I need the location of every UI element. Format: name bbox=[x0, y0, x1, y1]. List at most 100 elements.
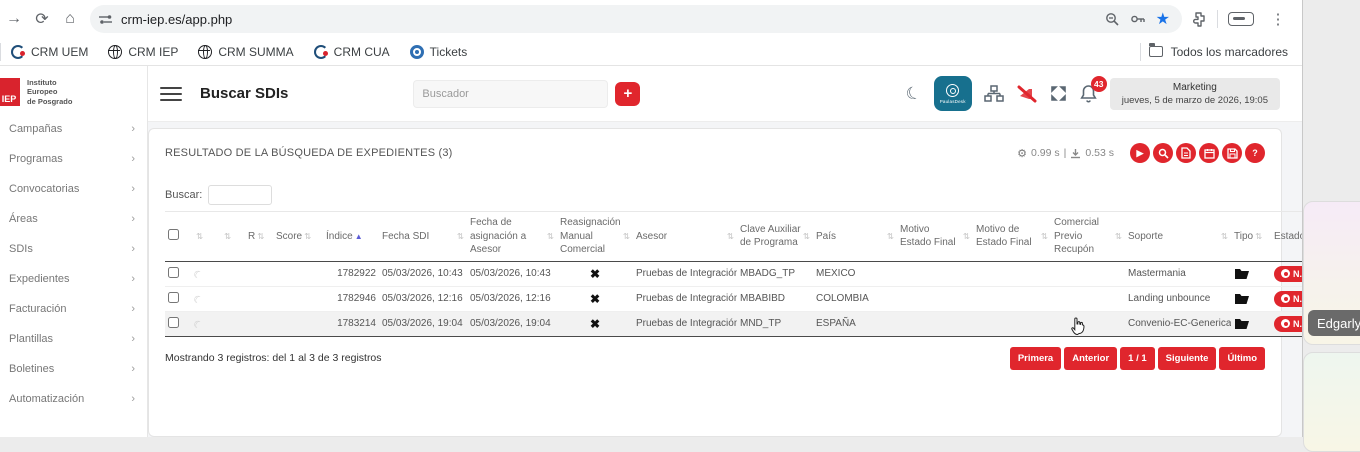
sidebar-item-plantillas[interactable]: Plantillas› bbox=[0, 324, 147, 354]
col-reasignacion[interactable]: Reasignación Manual Comercial⇅ bbox=[557, 212, 633, 262]
sidebar-item-automatizacion[interactable]: Automatización› bbox=[0, 384, 147, 414]
forward-icon[interactable]: → bbox=[0, 5, 28, 33]
folder-open-icon[interactable] bbox=[1234, 268, 1268, 280]
col-soporte[interactable]: Soporte⇅ bbox=[1125, 212, 1231, 262]
fullscreen-icon[interactable] bbox=[1050, 85, 1067, 102]
extensions-icon[interactable] bbox=[1190, 11, 1207, 28]
zoom-icon[interactable] bbox=[1105, 12, 1120, 27]
bookmark-crm-cua[interactable]: CRM CUA bbox=[304, 38, 400, 65]
password-key-icon[interactable] bbox=[1130, 12, 1146, 26]
browser-menu-icon[interactable]: ⋮ bbox=[1264, 5, 1292, 33]
row-checkbox[interactable] bbox=[168, 292, 179, 303]
sidebar-item-label: Expedientes bbox=[9, 273, 70, 285]
bookmark-crm-summa[interactable]: CRM SUMMA bbox=[188, 38, 303, 65]
sidebar-item-boletines[interactable]: Boletines› bbox=[0, 354, 147, 384]
user-session-box[interactable]: Marketing jueves, 5 de marzo de 2026, 19… bbox=[1110, 78, 1280, 110]
process-time: 0.99 s bbox=[1031, 147, 1060, 159]
row-checkbox[interactable] bbox=[168, 317, 179, 328]
bookmark-label: CRM SUMMA bbox=[218, 45, 293, 59]
pagination-next-button[interactable]: Siguiente bbox=[1158, 347, 1217, 370]
calendar-button[interactable] bbox=[1199, 143, 1219, 163]
muted-notifications-icon[interactable] bbox=[1016, 85, 1038, 103]
sidebar-item-areas[interactable]: Áreas› bbox=[0, 204, 147, 234]
folder-open-icon[interactable] bbox=[1234, 293, 1268, 305]
cell-soporte: Convenio-EC-Generica bbox=[1125, 311, 1231, 336]
crescent-icon: ☽ bbox=[192, 292, 205, 306]
sidebar-item-campanas[interactable]: Campañas› bbox=[0, 114, 147, 144]
chevron-right-icon: › bbox=[131, 153, 135, 165]
col-score[interactable]: Score⇅ bbox=[273, 212, 323, 262]
col-motivo-estado[interactable]: Motivo Estado Final⇅ bbox=[897, 212, 973, 262]
menu-toggle-icon[interactable] bbox=[160, 87, 182, 101]
app-logo[interactable]: IEP Instituto Europeo de Posgrado bbox=[0, 66, 147, 114]
cell-fecha-asignacion: 05/03/2026, 19:04 bbox=[467, 311, 557, 336]
dark-mode-icon[interactable]: ☾ bbox=[904, 82, 925, 106]
sort-icon: ⇅ bbox=[1221, 231, 1228, 242]
paulasdesk-app-icon[interactable]: PaulasDesk bbox=[934, 76, 972, 111]
sort-icon[interactable]: ⇅ bbox=[196, 231, 203, 241]
cell-asesor: Pruebas de Integración bbox=[633, 286, 737, 311]
chevron-right-icon: › bbox=[131, 273, 135, 285]
cell-soporte: Mastermania bbox=[1125, 261, 1231, 286]
sidebar-item-sdis[interactable]: SDIs› bbox=[0, 234, 147, 264]
sort-icon[interactable]: ⇅ bbox=[224, 231, 231, 241]
save-button[interactable] bbox=[1222, 143, 1242, 163]
col-fecha-asignacion[interactable]: Fecha de asignación a Asesor⇅ bbox=[467, 212, 557, 262]
iep-logo-icon: IEP bbox=[0, 78, 20, 106]
edgarly-tag[interactable]: Edgarly bbox=[1308, 310, 1360, 336]
folder-open-icon[interactable] bbox=[1234, 318, 1268, 330]
sitemap-icon[interactable] bbox=[984, 85, 1004, 102]
col-clave[interactable]: Clave Auxiliar de Programa⇅ bbox=[737, 212, 813, 262]
url-text[interactable]: crm-iep.es/app.php bbox=[121, 12, 1105, 27]
sidebar-item-convocatorias[interactable]: Convocatorias› bbox=[0, 174, 147, 204]
crm-cua-favicon bbox=[314, 45, 328, 59]
col-fecha-sdi[interactable]: Fecha SDI⇅ bbox=[379, 212, 467, 262]
search-button[interactable] bbox=[1153, 143, 1173, 163]
bookmark-crm-iep[interactable]: CRM IEP bbox=[98, 38, 188, 65]
col-asesor[interactable]: Asesor⇅ bbox=[633, 212, 737, 262]
bookmark-crm-uem[interactable]: CRM UEM bbox=[1, 38, 98, 65]
crm-uem-favicon bbox=[11, 45, 25, 59]
table-filter-input[interactable] bbox=[208, 185, 272, 205]
col-r[interactable]: R⇅ bbox=[245, 212, 273, 262]
notifications-bell-icon[interactable]: 43 bbox=[1079, 84, 1098, 104]
pagination-page-indicator[interactable]: 1 / 1 bbox=[1120, 347, 1155, 370]
select-all-checkbox[interactable] bbox=[168, 229, 179, 240]
col-pais[interactable]: País⇅ bbox=[813, 212, 897, 262]
all-bookmarks-button[interactable]: Todos los marcadores bbox=[1171, 45, 1288, 59]
export-file-button[interactable] bbox=[1176, 143, 1196, 163]
run-search-button[interactable]: ▶ bbox=[1130, 143, 1150, 163]
col-indice[interactable]: Índice▲ bbox=[323, 212, 379, 262]
table-header-row: ⇅ ⇅ R⇅ Score⇅ Índice▲ Fecha SDI⇅ Fecha d… bbox=[165, 212, 1327, 262]
add-button[interactable]: + bbox=[615, 82, 640, 106]
sidebar-item-facturacion[interactable]: Facturación› bbox=[0, 294, 147, 324]
global-search-input[interactable] bbox=[413, 80, 608, 108]
table-row[interactable]: ☽ 1782946 05/03/2026, 12:16 05/03/2026, … bbox=[165, 286, 1327, 311]
refresh-icon[interactable]: ⟳ bbox=[28, 5, 56, 33]
cell-asesor: Pruebas de Integración bbox=[633, 311, 737, 336]
sidebar-item-programas[interactable]: Programas› bbox=[0, 144, 147, 174]
row-checkbox[interactable] bbox=[168, 267, 179, 278]
table-row[interactable]: ☽ 1783214 05/03/2026, 19:04 05/03/2026, … bbox=[165, 311, 1327, 336]
table-row[interactable]: ☽ 1782922 05/03/2026, 10:43 05/03/2026, … bbox=[165, 261, 1327, 286]
x-mark-icon: ✖ bbox=[560, 267, 630, 281]
pagination-first-button[interactable]: Primera bbox=[1010, 347, 1061, 370]
side-panel-card[interactable] bbox=[1303, 352, 1360, 452]
pagination-last-button[interactable]: Último bbox=[1219, 347, 1265, 370]
help-button[interactable]: ? bbox=[1245, 143, 1265, 163]
crm-app: IEP Instituto Europeo de Posgrado Campañ… bbox=[0, 66, 1302, 437]
bookmark-tickets[interactable]: Tickets bbox=[400, 38, 478, 65]
col-motivo-de-estado[interactable]: Motivo de Estado Final⇅ bbox=[973, 212, 1051, 262]
col-tipo[interactable]: Tipo⇅ bbox=[1231, 212, 1271, 262]
site-settings-icon[interactable] bbox=[98, 12, 113, 27]
col-comercial-previo[interactable]: Comercial Previo Recupón⇅ bbox=[1051, 212, 1125, 262]
profile-button[interactable] bbox=[1228, 12, 1254, 26]
paulasdesk-logo-icon bbox=[946, 84, 959, 97]
pagination-prev-button[interactable]: Anterior bbox=[1064, 347, 1117, 370]
sidebar-item-expedientes[interactable]: Expedientes › bbox=[0, 264, 147, 294]
home-icon[interactable]: ⌂ bbox=[56, 5, 84, 33]
sort-icon: ⇅ bbox=[457, 231, 464, 242]
bookmark-star-icon[interactable]: ★ bbox=[1156, 9, 1170, 29]
cell-indice: 1782922 bbox=[323, 261, 379, 286]
address-bar[interactable]: crm-iep.es/app.php ★ bbox=[90, 5, 1182, 33]
